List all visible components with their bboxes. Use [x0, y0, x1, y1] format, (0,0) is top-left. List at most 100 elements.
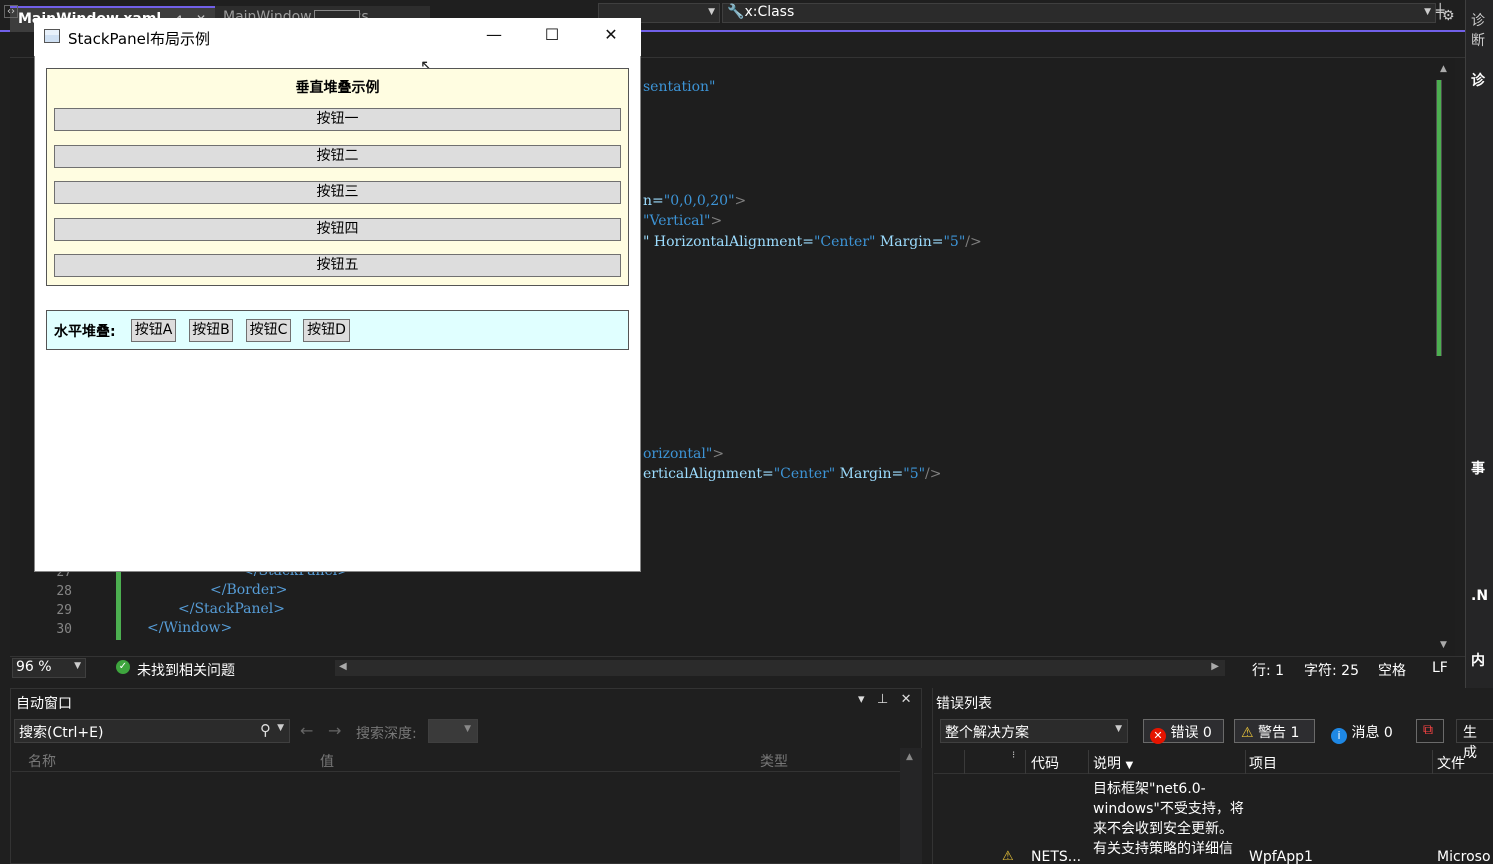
button-1[interactable]: 按钮一 — [54, 108, 621, 131]
error-row-code[interactable]: NETS... — [1031, 849, 1081, 864]
diag-item: 诊 — [1471, 73, 1485, 89]
code-line: </Window> — [147, 620, 233, 636]
line-number: 28 — [56, 584, 72, 599]
panel-controls: ▾ ⊥ ✕ — [858, 692, 912, 707]
code-line-fragment: "Vertical"> — [643, 213, 723, 229]
chevron-down-icon[interactable]: ▾ — [858, 692, 865, 707]
column-separator — [1025, 750, 1026, 774]
search-depth-combo[interactable]: ▼ — [428, 719, 478, 743]
column-header-code[interactable]: 代码 — [1031, 753, 1059, 773]
xaml-view-icon[interactable]: ‹› — [4, 5, 18, 18]
autos-panel-title: 自动窗口 — [16, 696, 72, 712]
issues-status[interactable]: 未找到相关问题 — [137, 660, 235, 680]
back-arrow-icon[interactable]: ← — [300, 721, 313, 740]
line-ending-indicator[interactable]: LF — [1432, 660, 1448, 676]
pin-icon[interactable]: ⊥ — [877, 692, 888, 707]
sort-down-icon: ▼ — [1125, 760, 1134, 771]
button-4[interactable]: 按钮四 — [54, 218, 621, 241]
scroll-left-icon[interactable]: ◀ — [339, 661, 347, 672]
info-icon: i — [1331, 728, 1347, 744]
code-line-fragment: orizontal"> — [643, 446, 725, 462]
autos-panel — [10, 688, 922, 864]
column-separator — [964, 750, 965, 774]
button-2[interactable]: 按钮二 — [54, 145, 621, 168]
split-editor-icon[interactable]: ╪ — [1436, 4, 1444, 20]
window-title: StackPanel布局示例 — [68, 30, 210, 48]
column-header-value[interactable]: 值 — [320, 751, 334, 771]
diag-item: .N — [1471, 588, 1489, 604]
sort-icon[interactable]: ⁝ — [1012, 750, 1015, 761]
search-icon[interactable]: ⚲ — [260, 721, 271, 739]
horizontal-stack-label: 水平堆叠: — [54, 324, 116, 340]
scroll-right-icon[interactable]: ▶ — [1211, 661, 1219, 672]
line-number: 30 — [56, 622, 72, 637]
code-line-fragment: n="0,0,0,20"> — [643, 193, 747, 209]
diag-item: 内 — [1471, 653, 1485, 669]
member-combo[interactable]: 🔧x:Class ▼ — [722, 3, 1436, 23]
chevron-down-icon: ▼ — [708, 7, 715, 17]
line-indicator[interactable]: 行: 1 — [1252, 660, 1284, 680]
error-table-header — [934, 750, 1493, 774]
diag-item: 事 — [1471, 461, 1485, 477]
chevron-down-icon: ▼ — [464, 724, 471, 734]
diag-panel-title[interactable]: 诊断 — [1471, 10, 1493, 50]
chevron-down-icon: ▼ — [1115, 724, 1122, 734]
button-3[interactable]: 按钮三 — [54, 181, 621, 204]
char-indicator[interactable]: 字符: 25 — [1304, 660, 1359, 680]
column-separator — [1088, 750, 1089, 774]
whitespace-indicator[interactable]: 空格 — [1378, 660, 1406, 680]
horizontal-scrollbar[interactable]: ◀ ▶ — [335, 660, 1225, 676]
error-row-project[interactable]: WpfApp1 — [1249, 849, 1313, 864]
column-header-name[interactable]: 名称 — [28, 751, 56, 771]
code-line-fragment: " HorizontalAlignment="Center" Margin="5… — [643, 234, 982, 250]
column-header-project[interactable]: 项目 — [1249, 753, 1277, 773]
scroll-up-icon[interactable]: ▲ — [1440, 64, 1447, 74]
build-intellisense-filter-icon[interactable]: ⧉ — [1416, 719, 1444, 743]
column-header-description[interactable]: 说明 ▼ — [1093, 753, 1133, 773]
errors-filter-button[interactable]: ✕ 错误 0 — [1143, 719, 1224, 744]
zoom-combo[interactable]: 96 % ▼ — [12, 658, 86, 678]
button-d[interactable]: 按钮D — [303, 319, 350, 342]
code-line-fragment: sentation" — [643, 79, 716, 95]
vertical-stack-title: 垂直堆叠示例 — [295, 80, 380, 96]
maximize-button[interactable]: ☐ — [537, 25, 567, 44]
error-row-file[interactable]: Microso — [1437, 849, 1491, 864]
app-window-icon — [44, 29, 60, 43]
wrench-icon: 🔧 — [727, 4, 745, 20]
scroll-up-icon[interactable]: ▲ — [906, 752, 913, 762]
close-icon[interactable]: ✕ — [901, 692, 912, 707]
autos-scrollbar[interactable]: ▲ — [900, 748, 922, 864]
line-number: 29 — [56, 603, 72, 618]
button-a[interactable]: 按钮A — [131, 319, 176, 342]
scope-combo[interactable]: 整个解决方案 ▼ — [940, 719, 1128, 743]
chevron-down-icon[interactable]: ▼ — [277, 723, 284, 733]
forward-arrow-icon[interactable]: → — [328, 721, 341, 740]
code-line: </StackPanel> — [178, 601, 285, 617]
column-header-type[interactable]: 类型 — [760, 751, 788, 771]
button-5[interactable]: 按钮五 — [54, 254, 621, 277]
chevron-down-icon: ▼ — [1424, 7, 1431, 17]
column-separator — [1432, 750, 1433, 774]
scroll-down-icon[interactable]: ▼ — [1440, 640, 1447, 650]
code-line: </Border> — [210, 582, 288, 598]
close-button[interactable]: ✕ — [596, 25, 626, 44]
warning-icon: ⚠ — [1002, 849, 1014, 864]
warning-icon: ⚠ — [1241, 725, 1254, 741]
column-separator — [1245, 750, 1246, 774]
column-header-file[interactable]: 文件 — [1437, 753, 1465, 773]
warnings-filter-button[interactable]: ⚠ 警告 1 — [1234, 719, 1315, 743]
button-b[interactable]: 按钮B — [189, 319, 233, 342]
button-c[interactable]: 按钮C — [246, 319, 291, 342]
search-input[interactable]: 搜索(Ctrl+E) ⚲ ▼ — [14, 719, 290, 743]
minimize-button[interactable]: — — [479, 25, 509, 44]
chevron-down-icon: ▼ — [74, 661, 81, 671]
code-line-fragment: erticalAlignment="Center" Margin="5"/> — [643, 466, 942, 482]
error-icon: ✕ — [1150, 728, 1166, 744]
error-list-title: 错误列表 — [936, 696, 992, 712]
change-map-marker — [1437, 80, 1441, 356]
messages-filter-button[interactable]: i 消息 0 — [1324, 719, 1408, 744]
build-source-combo[interactable]: 生成 — [1456, 719, 1493, 761]
error-row-description[interactable]: 目标框架"net6.0-windows"不受支持，将来不会收到安全更新。有关支持… — [1093, 779, 1245, 859]
search-depth-label: 搜索深度: — [356, 726, 417, 742]
check-circle-icon: ✓ — [116, 660, 130, 674]
